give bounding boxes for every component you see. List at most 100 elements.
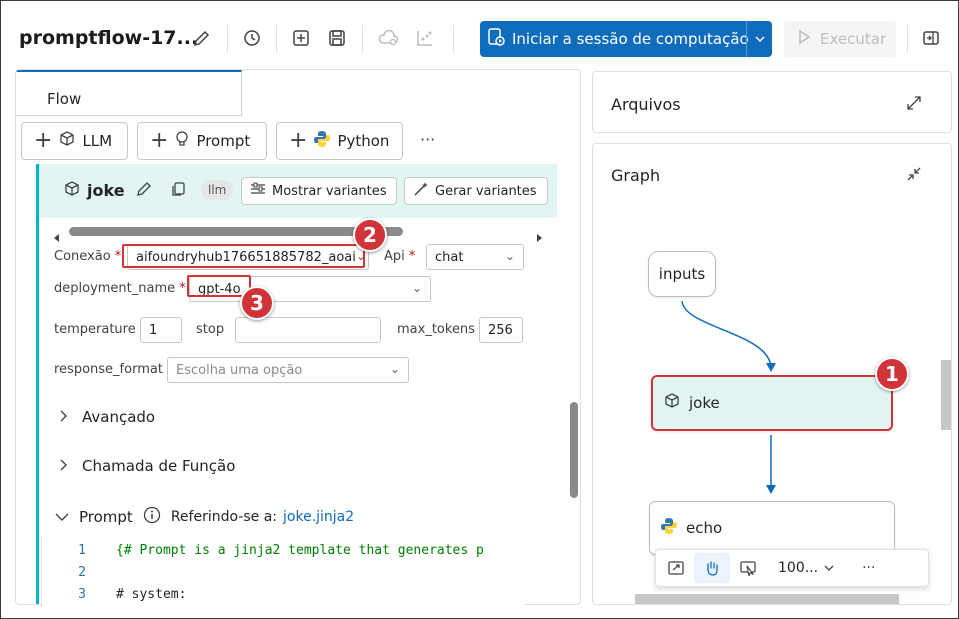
plus-icon: + bbox=[34, 128, 53, 153]
add-prompt-button[interactable]: + Prompt bbox=[137, 122, 267, 160]
api-select[interactable]: chat ⌄ bbox=[426, 244, 524, 270]
prompt-section[interactable]: Prompt Referindo-se a: joke.jinja2 bbox=[55, 506, 354, 528]
node-name: joke bbox=[87, 181, 125, 200]
add-llm-label: LLM bbox=[82, 132, 113, 150]
deployment-label-text: deployment_name bbox=[54, 281, 176, 296]
more-options-icon[interactable]: ··· bbox=[420, 130, 435, 149]
line-number: 1 bbox=[78, 543, 86, 558]
stop-label: stop bbox=[196, 322, 225, 337]
compute-icon bbox=[486, 27, 506, 51]
graph-node-joke[interactable]: joke bbox=[651, 375, 893, 431]
response-format-select[interactable]: Escolha uma opção ⌄ bbox=[167, 357, 409, 383]
toolbar-divider bbox=[362, 25, 363, 53]
stop-input[interactable] bbox=[235, 317, 381, 343]
more-options-icon[interactable]: ··· bbox=[862, 560, 875, 576]
llm-node-icon bbox=[63, 180, 81, 202]
edit-icon[interactable] bbox=[190, 26, 214, 50]
execute-button[interactable]: Executar bbox=[784, 21, 896, 57]
add-python-button[interactable]: + Python bbox=[276, 122, 403, 160]
chevron-down-icon: ⌄ bbox=[389, 362, 400, 376]
python-icon bbox=[660, 517, 678, 539]
chevron-down-icon: ⌄ bbox=[504, 249, 515, 263]
api-value: chat bbox=[435, 249, 464, 265]
graph-node-label: inputs bbox=[658, 265, 706, 283]
prompt-code-editor[interactable]: 1 {# Prompt is a jinja2 template that ge… bbox=[41, 537, 525, 607]
lightbulb-icon bbox=[174, 130, 190, 152]
show-variants-label: Mostrar variantes bbox=[272, 183, 387, 199]
connection-label: Conexão * bbox=[54, 249, 121, 264]
expand-icon[interactable] bbox=[905, 94, 923, 116]
code-line: {# Prompt is a jinja2 template that gene… bbox=[116, 543, 484, 558]
graph-node-inputs[interactable]: inputs bbox=[648, 251, 716, 297]
callout-badge: 1 bbox=[875, 357, 909, 391]
function-call-label: Chamada de Função bbox=[82, 457, 236, 475]
panel-toggle-icon[interactable] bbox=[919, 26, 943, 50]
temperature-label: temperature bbox=[54, 322, 136, 337]
flow-editor-panel: Flow + LLM + Prompt + Python ··· joke ll… bbox=[15, 69, 581, 605]
python-icon bbox=[313, 130, 331, 152]
rename-icon[interactable] bbox=[135, 180, 153, 202]
plus-icon: + bbox=[289, 128, 308, 153]
plus-icon: + bbox=[150, 128, 169, 153]
cloud-settings-icon[interactable] bbox=[377, 26, 401, 50]
start-compute-session-button[interactable]: Iniciar a sessão de computação bbox=[480, 21, 772, 57]
max-tokens-label: max_tokens bbox=[397, 322, 475, 337]
add-python-label: Python bbox=[337, 132, 390, 150]
flow-title: promptflow-17... bbox=[19, 27, 199, 49]
line-number: 2 bbox=[78, 565, 86, 580]
required-mark: * bbox=[179, 281, 186, 296]
files-panel: Arquivos bbox=[592, 71, 952, 133]
scroll-right-arrow[interactable] bbox=[535, 227, 543, 242]
history-icon[interactable] bbox=[240, 26, 264, 50]
generate-variants-button[interactable]: Gerar variantes bbox=[404, 177, 548, 205]
api-label: Api * bbox=[384, 249, 415, 264]
llm-node-icon bbox=[58, 130, 76, 152]
code-line: # system: bbox=[116, 587, 187, 602]
add-prompt-label: Prompt bbox=[196, 132, 251, 150]
deployment-name-label: deployment_name * bbox=[54, 281, 186, 296]
function-call-section[interactable]: Chamada de Função bbox=[58, 457, 235, 475]
advanced-section[interactable]: Avançado bbox=[58, 408, 155, 426]
toolbar-divider bbox=[227, 25, 228, 53]
scroll-left-arrow[interactable] bbox=[53, 227, 61, 242]
graph-toolbar: 100... ··· bbox=[655, 549, 929, 587]
response-format-label: response_format bbox=[54, 362, 163, 377]
prompt-file-link[interactable]: joke.jinja2 bbox=[283, 509, 354, 525]
chevron-down-icon bbox=[55, 508, 69, 526]
max-tokens-input[interactable]: 256 bbox=[479, 317, 523, 343]
connection-label-text: Conexão bbox=[54, 249, 111, 264]
temperature-input[interactable]: 1 bbox=[140, 317, 182, 343]
pan-hand-icon[interactable] bbox=[694, 553, 730, 583]
required-mark: * bbox=[408, 249, 416, 264]
toolbar-divider bbox=[907, 25, 908, 53]
chevron-right-icon bbox=[58, 408, 68, 426]
execute-label: Executar bbox=[820, 30, 887, 48]
line-number: 3 bbox=[78, 587, 86, 602]
chart-icon[interactable] bbox=[413, 26, 437, 50]
files-panel-title: Arquivos bbox=[611, 95, 681, 114]
required-mark: * bbox=[114, 249, 122, 264]
chevron-down-icon[interactable] bbox=[747, 33, 772, 45]
add-llm-button[interactable]: + LLM bbox=[21, 122, 128, 160]
graph-node-label: joke bbox=[689, 394, 720, 412]
info-icon[interactable] bbox=[143, 506, 161, 528]
app-window: promptflow-17... Iniciar a sessão de com… bbox=[0, 0, 959, 619]
tab-flow[interactable]: Flow bbox=[16, 70, 242, 116]
response-format-placeholder: Escolha uma opção bbox=[176, 362, 303, 378]
copy-icon[interactable] bbox=[171, 181, 187, 201]
toolbar-divider bbox=[276, 25, 277, 53]
chevron-down-icon bbox=[824, 560, 834, 576]
callout-badge: 3 bbox=[240, 286, 274, 320]
graph-node-label: echo bbox=[686, 519, 723, 537]
fit-view-icon[interactable] bbox=[658, 553, 694, 583]
magic-wand-icon bbox=[413, 181, 429, 201]
zoom-value: 100... bbox=[778, 560, 819, 576]
add-icon[interactable] bbox=[289, 26, 313, 50]
zoom-select[interactable]: 100... bbox=[778, 560, 834, 576]
vertical-scrollbar[interactable] bbox=[570, 402, 578, 498]
save-icon[interactable] bbox=[325, 26, 349, 50]
graph-node-echo[interactable]: echo bbox=[649, 501, 895, 555]
select-mode-icon[interactable] bbox=[730, 553, 766, 583]
node-header: joke llm Mostrar variantes Gerar variant… bbox=[39, 164, 557, 218]
show-variants-button[interactable]: Mostrar variantes bbox=[241, 177, 397, 205]
